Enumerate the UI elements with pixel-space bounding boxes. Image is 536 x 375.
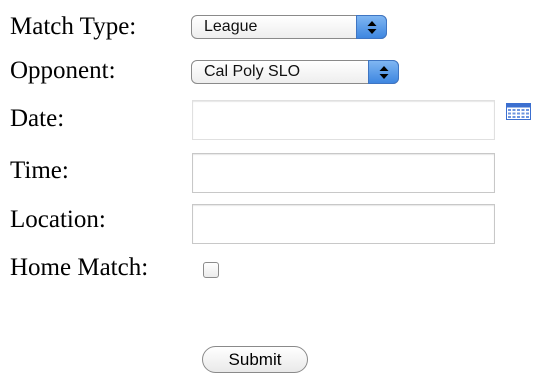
date-input[interactable] [192,100,495,140]
submit-button[interactable]: Submit [202,346,308,373]
home-match-checkbox[interactable] [203,262,219,278]
location-label: Location: [10,206,106,233]
home-match-label: Home Match: [10,254,149,281]
opponent-select[interactable]: Cal Poly SLO [191,60,399,84]
up-down-arrows-icon [368,60,399,84]
calendar-icon[interactable] [506,103,531,120]
date-label: Date: [10,105,65,132]
time-label: Time: [10,157,69,184]
up-down-arrows-icon [356,15,387,39]
match-type-label: Match Type: [10,13,137,40]
location-input[interactable] [192,204,495,244]
opponent-selected-value: Cal Poly SLO [204,63,301,80]
match-type-select[interactable]: League [191,15,387,39]
time-input[interactable] [192,153,495,193]
opponent-label: Opponent: [10,57,116,84]
match-type-selected-value: League [204,18,258,35]
